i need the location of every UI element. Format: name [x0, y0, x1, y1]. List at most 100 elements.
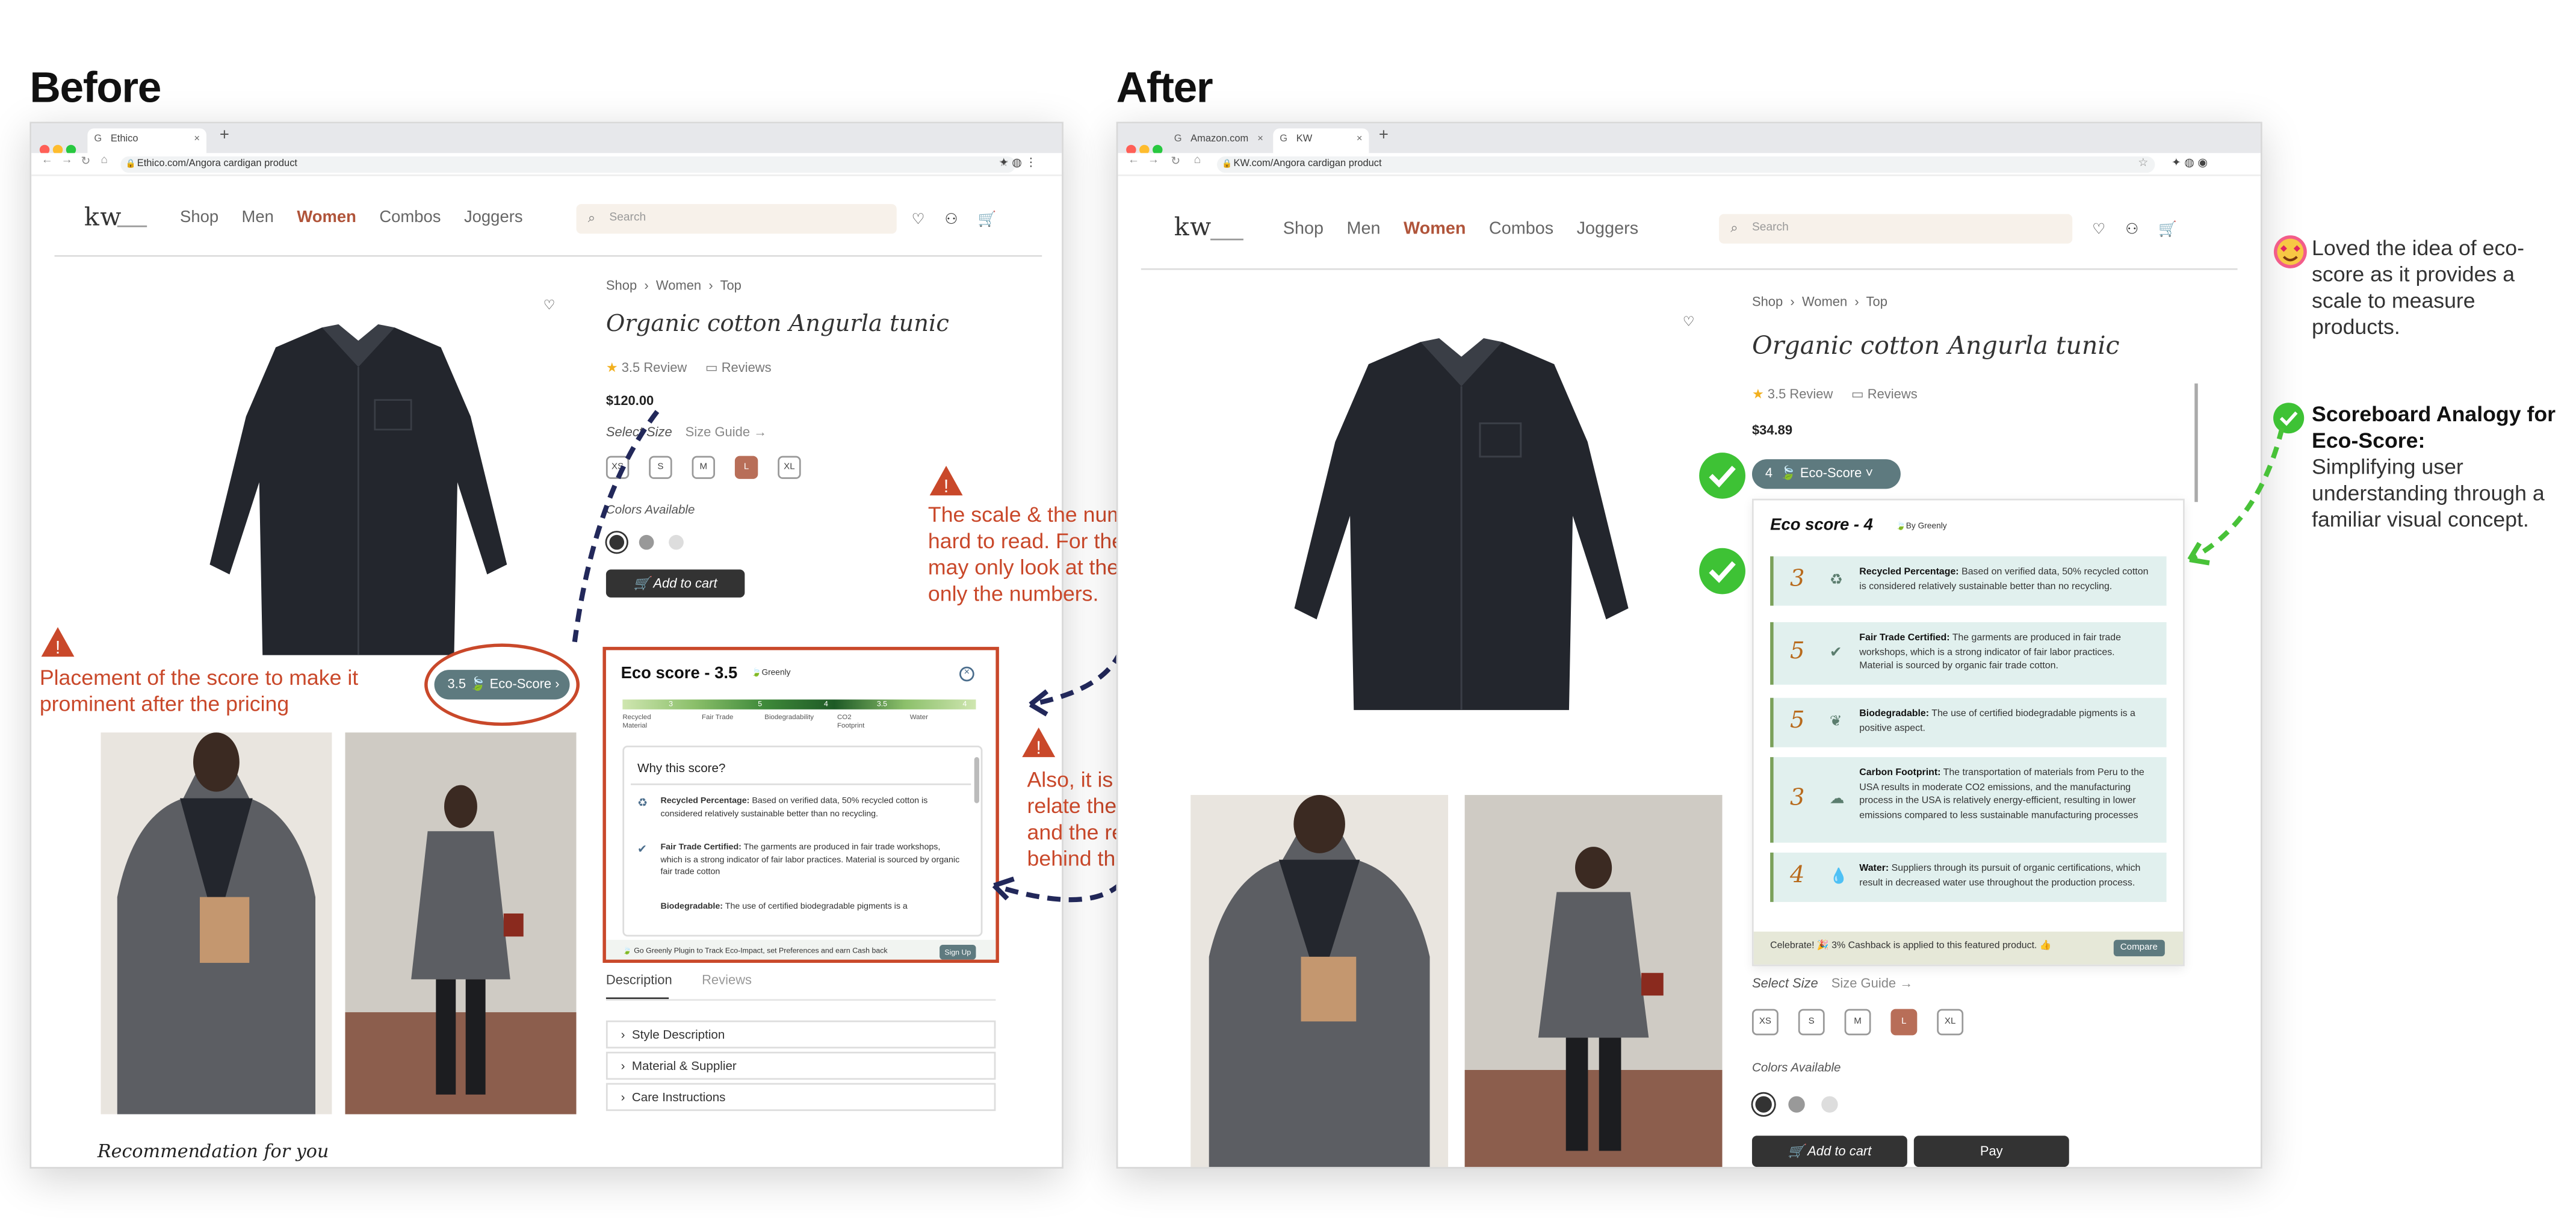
size-xs[interactable]: XS	[1751, 1009, 1779, 1036]
accordion-style-description[interactable]: › Style Description	[605, 1020, 996, 1049]
home-icon[interactable]: ⌂	[101, 155, 108, 166]
reload-icon[interactable]: ↻	[81, 155, 90, 168]
product-image-shirt[interactable]	[193, 318, 524, 663]
eco-score-button[interactable]: 4 🍃 Eco-Score ˅	[1751, 459, 1901, 489]
nav-combos[interactable]: Combos	[379, 209, 441, 227]
wishlist-heart-icon[interactable]: ♡	[911, 211, 924, 227]
why-scrollbar[interactable]	[974, 757, 979, 803]
cart-icon[interactable]: 🛒	[2158, 221, 2177, 237]
nav-joggers[interactable]: Joggers	[464, 209, 523, 227]
accordion-material-supplier[interactable]: › Material & Supplier	[605, 1051, 996, 1080]
tab-description[interactable]: Description	[606, 972, 672, 988]
size-l[interactable]: L	[1890, 1009, 1918, 1036]
eco-score-popup: Eco score - 3.5 🍃Greenly × 3 5 4 3.5 4 R…	[602, 646, 999, 963]
url-field[interactable]: 🔒 KW.com/Angora cardigan product ☆	[1217, 156, 2155, 173]
extensions-icons[interactable]: ✦ ◍ ⋮	[999, 156, 1037, 170]
browser-tab-kw[interactable]: G KW ×	[1273, 128, 1369, 153]
rating-row: ★ 3.5 Review ▭ Reviews	[1752, 387, 1918, 402]
close-popup-icon[interactable]: ×	[959, 666, 974, 682]
note-scoreboard-analogy: Scoreboard Analogy for Eco-Score: Simplif…	[2312, 401, 2563, 533]
apple-pay-button[interactable]: Pay	[1913, 1136, 2069, 1167]
eco-scale-bar	[622, 699, 976, 709]
nav-women[interactable]: Women	[1404, 219, 1466, 239]
url-field[interactable]: 🔒 Ethico.com/Angora cardigan product ☆	[120, 156, 1016, 173]
cart-icon: 🛒	[1788, 1143, 1804, 1159]
size-s[interactable]: S	[1798, 1009, 1825, 1036]
rating-text[interactable]: 3.5 Review	[622, 360, 687, 376]
size-guide-link[interactable]: Size Guide →	[1831, 976, 1913, 991]
size-m[interactable]: M	[1844, 1009, 1871, 1036]
back-icon[interactable]: ←	[1128, 155, 1139, 166]
forward-icon[interactable]: →	[61, 155, 73, 166]
nav-shop[interactable]: Shop	[180, 209, 218, 227]
google-icon: G	[1174, 135, 1182, 145]
check-icon	[1699, 453, 1745, 499]
header-icons: ♡ ⚇ 🛒	[2092, 221, 2197, 239]
cart-icon[interactable]: 🛒	[978, 211, 997, 227]
greenly-brand: 🍃Greenly	[751, 668, 791, 678]
forward-icon[interactable]: →	[1148, 155, 1159, 166]
breadcrumb-women[interactable]: Women	[1802, 295, 1847, 310]
nav-joggers[interactable]: Joggers	[1577, 219, 1638, 239]
heart-eyes-emoji-icon	[2273, 235, 2307, 268]
breadcrumb-women[interactable]: Women	[656, 278, 701, 293]
why-score-box[interactable]: Why this score? ♻ Recycled Percentage: B…	[622, 746, 983, 937]
color-swatch-grey[interactable]	[1788, 1096, 1805, 1113]
svg-text:!: !	[55, 638, 60, 658]
sign-up-button[interactable]: Sign Up	[940, 944, 976, 960]
favorite-heart-icon[interactable]: ♡	[543, 298, 556, 313]
wishlist-heart-icon[interactable]: ♡	[2092, 221, 2105, 237]
close-tab-icon[interactable]: ×	[194, 128, 200, 153]
note-analogy-text: Simplifying user understanding through a…	[2312, 454, 2545, 532]
site-logo[interactable]: kw	[1174, 212, 1212, 242]
browser-tab-active[interactable]: G Ethico ×	[87, 128, 206, 153]
nav-men[interactable]: Men	[242, 209, 274, 227]
new-tab-icon[interactable]: +	[1379, 127, 1389, 145]
color-swatch-black[interactable]	[1755, 1096, 1772, 1113]
bookmark-star-icon[interactable]: ☆	[2138, 156, 2148, 173]
model-photo-front[interactable]	[1190, 795, 1449, 1169]
close-tab-icon[interactable]: ×	[1257, 128, 1263, 153]
note-analogy-title: Scoreboard Analogy for Eco-Score:	[2312, 401, 2556, 453]
extensions-icons[interactable]: ✦ ◍ ◉	[2172, 156, 2208, 170]
reviews-link[interactable]: Reviews	[722, 360, 772, 376]
model-photo-full[interactable]	[345, 732, 577, 1114]
size-l[interactable]: L	[734, 456, 758, 479]
color-swatch-light[interactable]	[1821, 1096, 1838, 1113]
search-input[interactable]: ⌕ Search	[576, 204, 897, 234]
favorite-heart-icon[interactable]: ♡	[1683, 314, 1695, 329]
size-xl[interactable]: XL	[1937, 1009, 1964, 1036]
size-xl[interactable]: XL	[778, 456, 801, 479]
nav-men[interactable]: Men	[1346, 219, 1380, 239]
breadcrumb-top[interactable]: Top	[1866, 295, 1887, 310]
address-bar-row: ← → ↻ ⌂ 🔒 Ethico.com/Angora cardigan prod…	[31, 153, 1062, 176]
nav-combos[interactable]: Combos	[1489, 219, 1553, 239]
reviews-link[interactable]: Reviews	[1868, 387, 1918, 402]
model-photo-full[interactable]	[1464, 795, 1723, 1169]
breadcrumb-shop[interactable]: Shop	[606, 278, 637, 293]
nav-shop[interactable]: Shop	[1283, 219, 1324, 239]
tab-reviews[interactable]: Reviews	[702, 972, 752, 988]
new-tab-icon[interactable]: +	[220, 127, 229, 145]
breadcrumb-shop[interactable]: Shop	[1752, 295, 1783, 310]
browser-tab-amazon[interactable]: G Amazon.com ×	[1168, 128, 1270, 153]
accordion-care-instructions[interactable]: › Care Instructions	[605, 1083, 996, 1111]
account-icon[interactable]: ⚇	[2125, 221, 2138, 237]
eco-score-button[interactable]: 3.5 🍃 Eco-Score ›	[434, 670, 570, 700]
close-tab-icon[interactable]: ×	[1357, 128, 1363, 153]
reload-icon[interactable]: ↻	[1171, 155, 1180, 168]
compare-button[interactable]: Compare	[2113, 939, 2164, 957]
model-photo-front[interactable]	[101, 732, 332, 1114]
nav-women[interactable]: Women	[297, 209, 356, 227]
add-to-cart-button[interactable]: 🛒 Add to cart	[1751, 1136, 1907, 1167]
account-icon[interactable]: ⚇	[945, 211, 958, 227]
product-image-shirt[interactable]	[1263, 331, 1659, 719]
price: $34.89	[1751, 422, 1793, 438]
breadcrumb-top[interactable]: Top	[720, 278, 741, 293]
search-input[interactable]: ⌕ Search	[1719, 214, 2073, 244]
home-icon[interactable]: ⌂	[1194, 155, 1201, 166]
site-logo[interactable]: kw	[84, 202, 122, 232]
breadcrumb: Shop › Women › Top	[605, 278, 742, 293]
rating-text[interactable]: 3.5 Review	[1768, 387, 1833, 402]
back-icon[interactable]: ←	[42, 155, 53, 166]
